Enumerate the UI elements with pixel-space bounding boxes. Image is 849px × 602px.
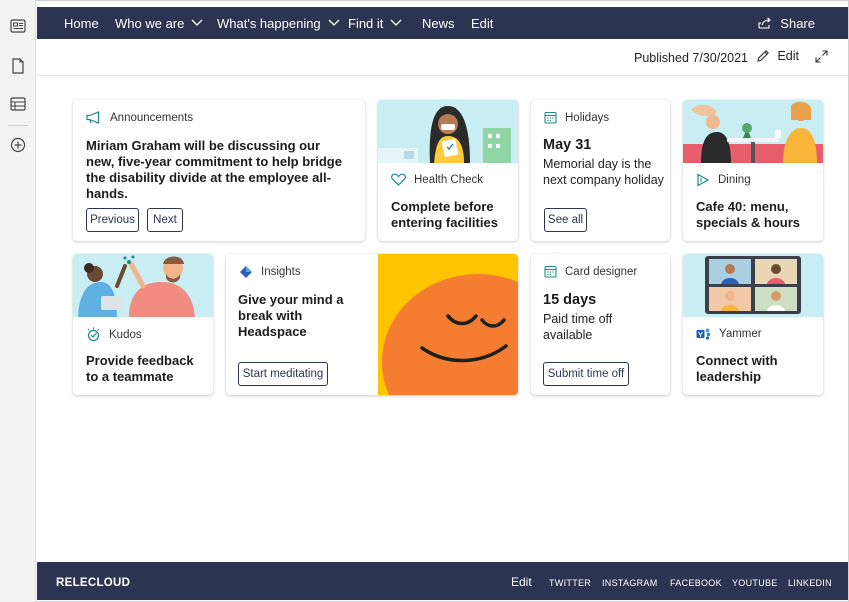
insights-icon [240, 266, 252, 278]
edit-label: Edit [777, 49, 799, 63]
card-header: Card designer [544, 265, 637, 278]
share-button[interactable]: Share [758, 7, 815, 39]
megaphone-icon [86, 111, 100, 124]
share-icon [758, 17, 772, 29]
holiday-text: Memorial day is the next company holiday [543, 157, 664, 187]
health-check-illustration [378, 100, 518, 163]
chevron-down-icon [191, 19, 203, 26]
nav-home[interactable]: Home [64, 7, 99, 39]
card-label: Announcements [110, 111, 194, 124]
headspace-image [378, 254, 518, 395]
card-label: Card designer [565, 265, 638, 278]
card-label: Health Check [414, 173, 484, 186]
footer-link-youtube[interactable]: YOUTUBE [732, 578, 778, 588]
card-header: Insights [239, 265, 301, 279]
footer-brand: RELECLOUD [56, 577, 131, 589]
nav-label: News [422, 15, 455, 31]
yammer-card[interactable]: Yammer Connect with leadership [683, 254, 823, 395]
page-icon[interactable] [9, 57, 27, 75]
pto-text: Paid time off available [543, 312, 613, 342]
dining-icon [697, 173, 710, 187]
see-all-button[interactable]: See all [544, 208, 587, 232]
nav-edit[interactable]: Edit [471, 7, 493, 39]
nav-whats-happening[interactable]: What's happening [217, 7, 340, 39]
card-header: Dining [696, 173, 751, 187]
list-icon[interactable] [9, 95, 27, 113]
card-header: Holidays [544, 111, 609, 124]
calendar-icon [544, 265, 557, 278]
card-label: Yammer [719, 328, 762, 340]
announcement-text: Miriam Graham will be discussing our new… [86, 138, 342, 201]
card-label: Kudos [109, 328, 142, 341]
card-title: Complete before entering facilities [391, 199, 498, 230]
card-title: Connect with leadership [696, 353, 778, 384]
holiday-date: May 31 [543, 137, 592, 153]
nav-who-we-are[interactable]: Who we are [115, 7, 203, 39]
heart-icon [391, 173, 406, 186]
holidays-card: Holidays May 31 Memorial day is the next… [531, 100, 670, 241]
card-label: Insights [261, 266, 301, 278]
expand-button[interactable] [815, 50, 828, 66]
footer-link-linkedin[interactable]: LINKEDIN [788, 578, 832, 588]
pto-days: 15 days [543, 292, 597, 308]
health-check-card[interactable]: Health Check Complete before entering fa… [378, 100, 518, 241]
calendar-icon [544, 111, 557, 124]
kudos-card[interactable]: Kudos Provide feedback to a teammate [73, 254, 213, 395]
card-header: Kudos [86, 327, 142, 342]
nav-news[interactable]: News [422, 7, 455, 39]
kudos-illustration [73, 254, 213, 317]
footer-link-twitter[interactable]: TWITTER [549, 578, 591, 588]
nav-label: Edit [471, 15, 494, 31]
published-date: Published 7/30/2021 [634, 51, 748, 65]
nav-label: Find it [348, 15, 384, 31]
card-header: Health Check [391, 173, 483, 186]
chevron-down-icon [390, 19, 402, 26]
dining-card[interactable]: Dining Cafe 40: menu, specials & hours [683, 100, 823, 241]
expand-icon [815, 50, 828, 63]
dining-illustration [683, 100, 823, 163]
submit-time-off-button[interactable]: Submit time off [543, 362, 629, 386]
nav-label: What's happening [217, 15, 321, 31]
add-icon[interactable] [9, 136, 27, 154]
footer-link-instagram[interactable]: INSTAGRAM [602, 578, 658, 588]
card-designer-card: Card designer 15 days Paid time off avai… [531, 254, 670, 395]
next-button[interactable]: Next [147, 208, 183, 232]
rail-divider [8, 125, 28, 126]
yammer-icon [696, 328, 711, 340]
site-footer: RELECLOUD Edit TWITTER INSTAGRAM FACEBOO… [37, 562, 848, 600]
kudos-icon [87, 327, 100, 342]
start-meditating-button[interactable]: Start meditating [238, 362, 328, 386]
footer-edit-link[interactable]: Edit [511, 575, 532, 589]
announcements-card: Announcements Miriam Graham will be disc… [73, 100, 365, 241]
card-title: Provide feedback to a teammate [86, 353, 194, 384]
card-label: Holidays [565, 111, 610, 124]
yammer-illustration [683, 254, 823, 317]
nav-find-it[interactable]: Find it [348, 7, 402, 39]
news-icon[interactable] [9, 17, 27, 35]
footer-link-facebook[interactable]: FACEBOOK [670, 578, 722, 588]
nav-label: Home [64, 15, 99, 31]
card-header: Yammer [696, 327, 762, 341]
top-navigation: Home Who we are What's happening Find it… [37, 7, 848, 39]
chevron-down-icon [328, 19, 340, 26]
card-title: Cafe 40: menu, specials & hours [696, 199, 801, 230]
card-label: Dining [718, 174, 751, 186]
left-rail [0, 0, 36, 602]
card-title: Give your mind a break with Headspace [238, 292, 344, 339]
nav-label: Who we are [115, 15, 185, 31]
card-header: Announcements [86, 111, 193, 124]
pencil-icon [757, 50, 770, 62]
previous-button[interactable]: Previous [86, 208, 139, 232]
edit-page-button[interactable]: Edit [756, 49, 799, 63]
command-bar: Published 7/30/2021 Edit [37, 40, 848, 76]
insights-card: Insights Give your mind a break with Hea… [226, 254, 518, 395]
share-label: Share [780, 15, 815, 31]
